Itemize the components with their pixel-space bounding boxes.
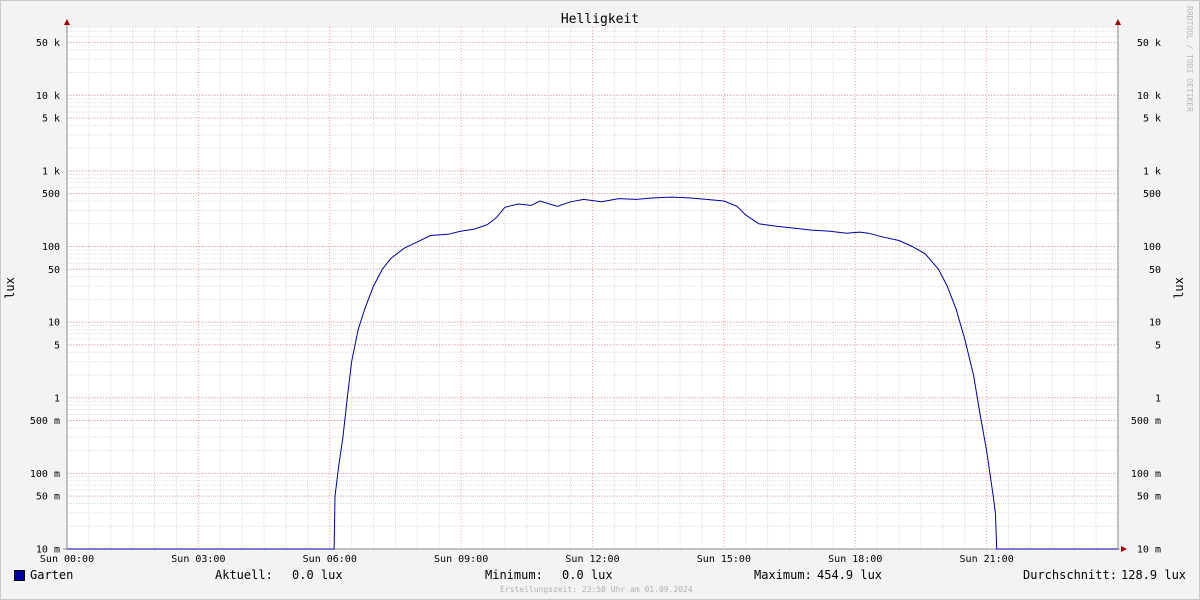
y-tick-label-right: 50 [1149, 265, 1161, 276]
y-tick-label-left: 500 [42, 189, 60, 200]
y-tick-label-left: 1 [54, 393, 60, 404]
y-tick-label-right: 100 m [1131, 469, 1161, 480]
legend-swatch [14, 570, 25, 581]
y-tick-label-right: 50 k [1137, 38, 1161, 49]
legend-max-label: Maximum: [754, 568, 812, 582]
y-tick-label-right: 10 [1149, 318, 1161, 329]
x-tick-label: Sun 18:00 [828, 554, 882, 565]
legend-current-value: 0.0 lux [292, 568, 343, 582]
x-tick-label: Sun 00:00 [40, 554, 94, 565]
y-tick-label-left: 500 m [30, 416, 60, 427]
y-tick-label-left: 10 [48, 318, 60, 329]
chart-title: Helligkeit [561, 12, 639, 27]
y-tick-label-left: 5 [54, 340, 60, 351]
y-tick-label-left: 50 m [36, 492, 60, 503]
legend-current-label: Aktuell: [215, 568, 273, 582]
y-axis-arrow-right [1115, 19, 1121, 25]
x-tick-label: Sun 03:00 [171, 554, 225, 565]
y-axis-label-right: lux [1172, 277, 1186, 299]
legend-max-value: 454.9 lux [817, 568, 883, 582]
y-axis-label-left: lux [3, 277, 17, 299]
legend-series-name: Garten [30, 568, 74, 582]
y-tick-label-left: 100 [42, 242, 60, 253]
y-tick-label-right: 1 k [1143, 166, 1161, 177]
legend-min-value: 0.0 lux [562, 568, 613, 582]
y-tick-label-right: 5 [1155, 340, 1161, 351]
x-axis-arrow [1121, 546, 1127, 552]
brightness-chart: Sun 00:00 Sun 03:00 Sun 06:00 Sun 09:00 Sun … [3, 12, 1186, 565]
y-tick-label-left: 5 k [42, 114, 60, 125]
x-tick-label: Sun 12:00 [565, 554, 619, 565]
y-tick-label-right: 500 [1143, 189, 1161, 200]
x-tick-label: Sun 09:00 [434, 554, 488, 565]
y-tick-label-right: 500 m [1131, 416, 1161, 427]
y-tick-label-right: 1 [1155, 393, 1161, 404]
creation-timestamp: Erstellungszeit: 23:58 Uhr am 01.09.2024 [500, 585, 693, 594]
rrdtool-watermark: RRDTOOL / TOBI OETIKER [1185, 6, 1194, 112]
y-tick-label-left: 10 m [36, 545, 60, 556]
y-axis-arrow-left [64, 19, 70, 25]
y-tick-label-left: 1 k [42, 166, 60, 177]
legend-avg-value: 128.9 lux [1121, 568, 1187, 582]
y-tick-label-right: 5 k [1143, 114, 1161, 125]
legend-min-label: Minimum: [485, 568, 543, 582]
y-tick-label-right: 10 k [1137, 91, 1161, 102]
legend-avg-label: Durchschnitt: [1023, 568, 1117, 582]
x-tick-label: Sun 06:00 [303, 554, 357, 565]
y-tick-label-right: 100 [1143, 242, 1161, 253]
y-tick-label-left: 10 k [36, 91, 60, 102]
y-tick-label-left: 50 [48, 265, 60, 276]
x-tick-label: Sun 15:00 [697, 554, 751, 565]
x-tick-label: Sun 21:00 [960, 554, 1014, 565]
y-tick-label-right: 50 m [1137, 492, 1161, 503]
y-tick-label-left: 100 m [30, 469, 60, 480]
y-tick-label-right: 10 m [1137, 545, 1161, 556]
y-tick-label-left: 50 k [36, 38, 60, 49]
